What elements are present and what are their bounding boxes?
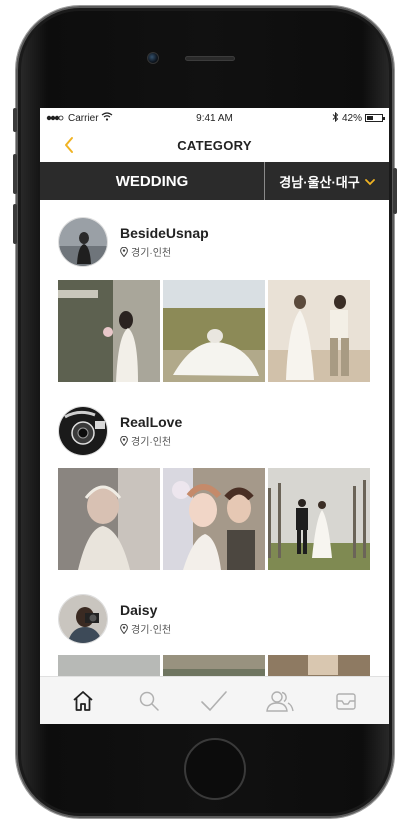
check-icon: [201, 690, 228, 711]
navigation-bar: CATEGORY: [40, 128, 389, 162]
photo-thumbnail[interactable]: [58, 468, 160, 570]
profile-header[interactable]: RealLove 경기·인천: [58, 405, 182, 457]
users-icon: [266, 690, 294, 712]
location: 경기·인천: [120, 621, 171, 636]
tab-bar: [40, 676, 389, 724]
wifi-icon: [101, 112, 113, 124]
photographer-name[interactable]: BesideUsnap: [120, 225, 209, 241]
list-item[interactable]: BesideUsnap 경기·인천: [58, 216, 209, 268]
tab-search[interactable]: [134, 686, 164, 716]
location-pin-icon: [120, 246, 128, 257]
home-icon: [73, 690, 93, 711]
category-tab-wedding[interactable]: WEDDING: [40, 162, 264, 200]
volume-down-button: [13, 204, 17, 244]
location: 경기·인천: [120, 244, 209, 259]
list-item[interactable]: RealLove 경기·인천: [58, 405, 182, 457]
tab-check[interactable]: [199, 686, 229, 716]
search-icon: [139, 691, 159, 711]
location-pin-icon: [120, 435, 128, 446]
photo-thumbnail[interactable]: [268, 280, 370, 382]
profile-header[interactable]: BesideUsnap 경기·인천: [58, 216, 209, 268]
photographer-name[interactable]: RealLove: [120, 414, 182, 430]
volume-up-button: [13, 154, 17, 194]
carrier-label: Carrier: [68, 112, 99, 124]
location-pin-icon: [120, 623, 128, 634]
mute-switch: [13, 108, 17, 132]
location: 경기·인천: [120, 433, 182, 448]
profile-header[interactable]: Daisy 경기·인천: [58, 593, 171, 645]
list-item[interactable]: Daisy 경기·인천: [58, 593, 171, 645]
bluetooth-icon: [332, 111, 339, 125]
region-label: 경남·울산·대구: [279, 174, 360, 190]
inbox-icon: [336, 692, 356, 710]
photo-row: [40, 280, 389, 382]
front-camera: [147, 52, 159, 64]
power-button: [393, 168, 397, 214]
earpiece-speaker: [185, 56, 235, 61]
region-dropdown[interactable]: 경남·울산·대구: [264, 162, 389, 200]
battery-percent: 42%: [341, 112, 362, 124]
photo-thumbnail[interactable]: [268, 468, 370, 570]
app-screen: Carrier 9:41 AM 42% CATEGORY WEDDING 경남·…: [40, 108, 389, 724]
category-bar: WEDDING 경남·울산·대구: [40, 162, 389, 200]
chevron-left-icon[interactable]: [60, 134, 80, 156]
photo-row: [40, 468, 389, 570]
chevron-down-icon: [364, 174, 375, 189]
home-button[interactable]: [184, 738, 246, 800]
page-title: CATEGORY: [177, 137, 252, 153]
location-label: 경기·인천: [131, 625, 172, 636]
tab-users[interactable]: [265, 686, 295, 716]
location-label: 경기·인천: [131, 437, 172, 448]
avatar[interactable]: [58, 217, 108, 267]
tab-inbox[interactable]: [331, 686, 361, 716]
photo-thumbnail[interactable]: [163, 280, 265, 382]
status-bar: Carrier 9:41 AM 42%: [40, 108, 389, 128]
battery-icon: [365, 114, 385, 122]
avatar[interactable]: [58, 406, 108, 456]
tab-home[interactable]: [68, 686, 98, 716]
avatar[interactable]: [58, 594, 108, 644]
photo-thumbnail[interactable]: [58, 280, 160, 382]
photographer-name[interactable]: Daisy: [120, 602, 171, 618]
battery-level: [367, 116, 373, 120]
signal-icon: [46, 113, 66, 124]
photo-thumbnail[interactable]: [163, 468, 265, 570]
location-label: 경기·인천: [131, 248, 172, 259]
